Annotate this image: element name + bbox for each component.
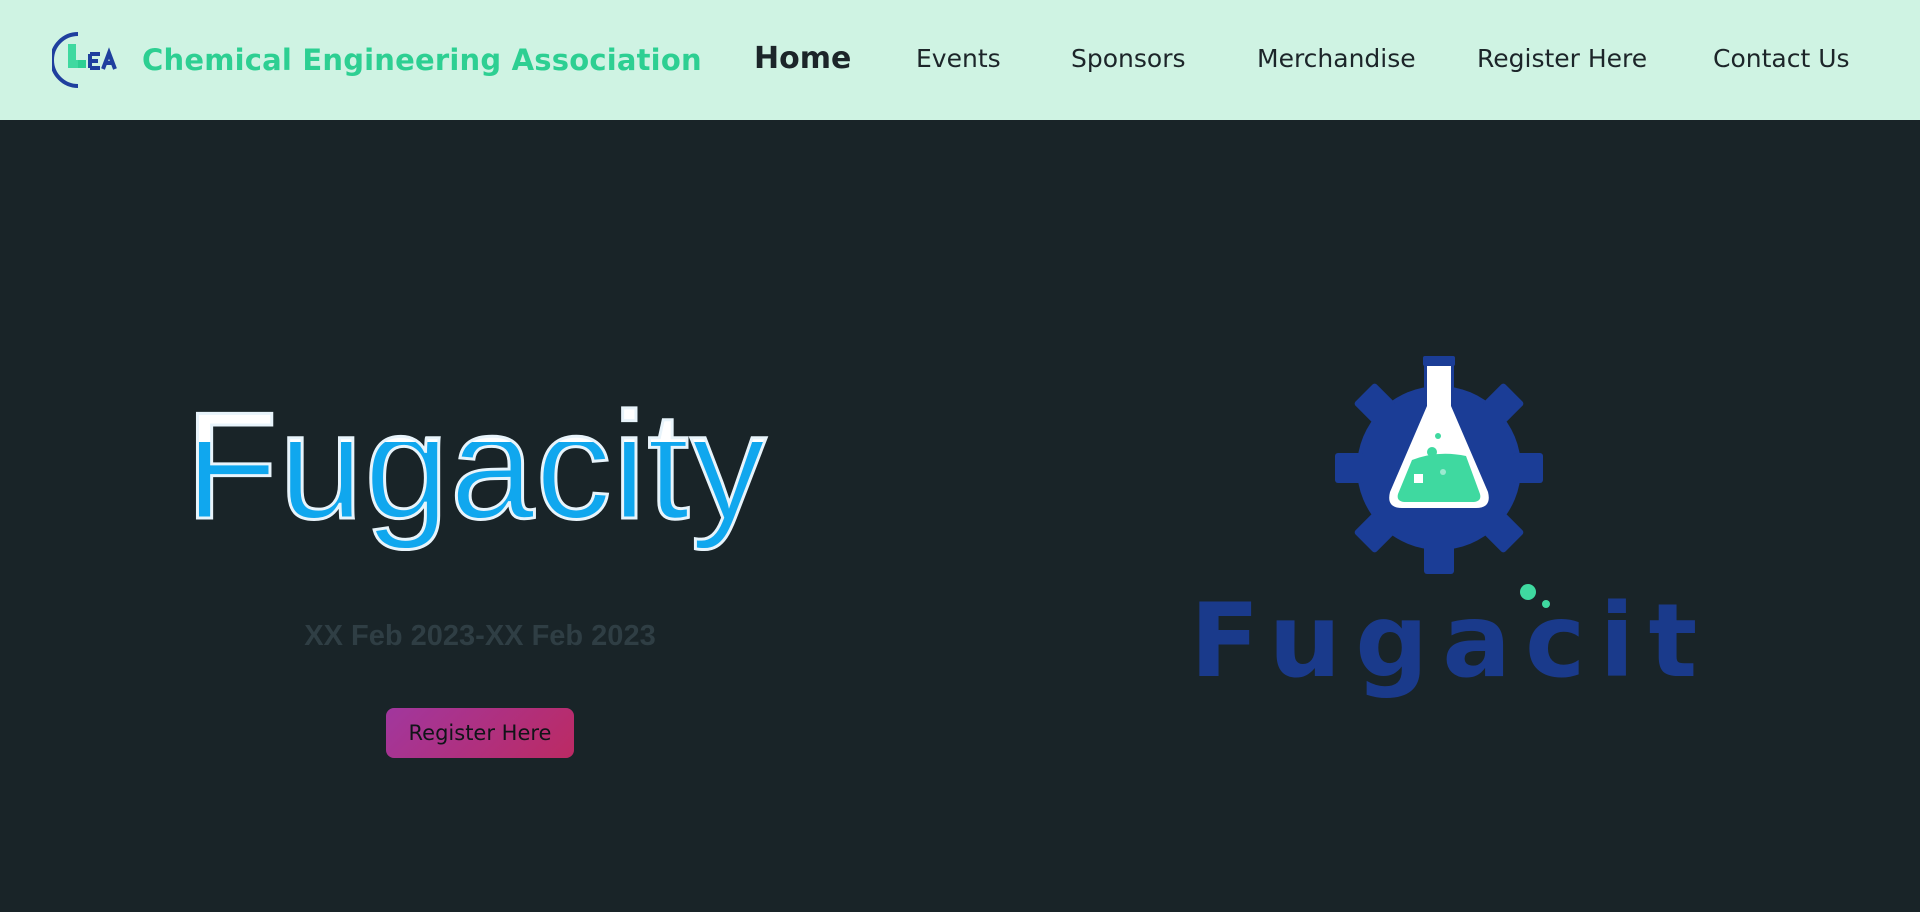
wordmark-dot-icon	[1520, 584, 1536, 600]
nav-events[interactable]: Events	[916, 44, 1001, 73]
main-nav: Home Events Sponsors Merchandise Registe…	[0, 0, 1920, 120]
nav-register-here[interactable]: Register Here	[1477, 44, 1647, 73]
register-button[interactable]: Register Here	[386, 708, 574, 758]
top-navbar: Chemical Engineering Association Home Ev…	[0, 0, 1920, 120]
event-dates: XX Feb 2023-XX Feb 2023	[304, 620, 656, 652]
nav-contact-us[interactable]: Contact Us	[1713, 44, 1850, 73]
hero-title-text: Fugacity	[185, 390, 767, 551]
wordmark-small-dot-icon	[1542, 600, 1550, 608]
fugacity-logo: Fugacity	[1190, 356, 1700, 701]
nav-sponsors[interactable]: Sponsors	[1071, 44, 1186, 73]
nav-merchandise[interactable]: Merchandise	[1257, 44, 1416, 73]
hero-section: Fugacity XX Feb 2023-XX Feb 2023 Registe…	[0, 120, 1920, 912]
fugacity-wordmark: Fugacity	[1190, 582, 1700, 701]
hero-title: Fugacity	[185, 390, 768, 553]
nav-home[interactable]: Home	[754, 41, 851, 76]
